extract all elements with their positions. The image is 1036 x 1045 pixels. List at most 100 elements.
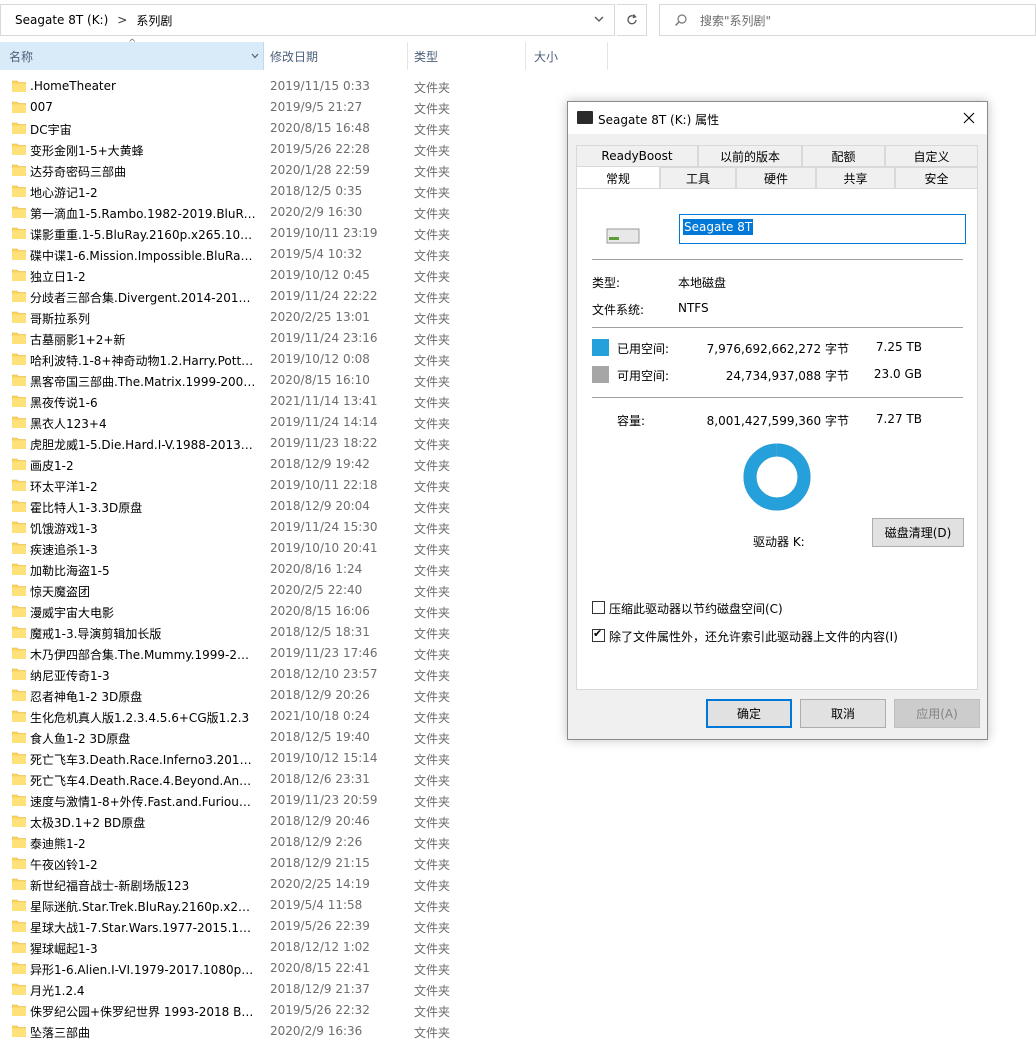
file-row[interactable]: 黑客帝国三部曲.The.Matrix.1999-2003.... 2020/8/1…: [0, 370, 560, 391]
ok-button[interactable]: 确定: [706, 699, 792, 728]
compress-checkbox[interactable]: [592, 601, 605, 614]
file-name[interactable]: 异形1-6.Alien.I-VI.1979-2017.1080p.Bl...: [30, 961, 256, 978]
chevron-down-icon[interactable]: [592, 12, 606, 26]
file-name[interactable]: 魔戒1-3.导演剪辑加长版: [30, 625, 256, 642]
file-row[interactable]: 月光1.2.4 2018/12/9 21:37 文件夹: [0, 979, 560, 1000]
file-row[interactable]: 午夜凶铃1-2 2018/12/9 21:15 文件夹: [0, 853, 560, 874]
file-row[interactable]: 第一滴血1-5.Rambo.1982-2019.BluRa... 2020/2/9…: [0, 202, 560, 223]
apply-button[interactable]: 应用(A): [894, 699, 980, 728]
file-row[interactable]: 死亡飞车3.Death.Race.Inferno3.2012.... 2019/1…: [0, 748, 560, 769]
file-name[interactable]: 纳尼亚传奇1-3: [30, 667, 256, 684]
file-name[interactable]: 独立日1-2: [30, 268, 256, 285]
file-name[interactable]: 泰迪熊1-2: [30, 835, 256, 852]
file-row[interactable]: 食人鱼1-2 3D原盘 2018/12/5 19:40 文件夹: [0, 727, 560, 748]
file-row[interactable]: 魔戒1-3.导演剪辑加长版 2018/12/5 18:31 文件夹: [0, 622, 560, 643]
file-row[interactable]: 虎胆龙威1-5.Die.Hard.I-V.1988-2013.B... 2019/…: [0, 433, 560, 454]
file-row[interactable]: 加勒比海盗1-5 2020/8/16 1:24 文件夹: [0, 559, 560, 580]
file-row[interactable]: 速度与激情1-8+外传.Fast.and.Furious.... 2019/11/…: [0, 790, 560, 811]
drive-name-input[interactable]: Seagate 8T: [679, 214, 966, 244]
file-name[interactable]: DC宇宙: [30, 121, 256, 138]
file-name[interactable]: 月光1.2.4: [30, 982, 256, 999]
file-row[interactable]: 坠落三部曲 2020/2/9 16:36 文件夹: [0, 1021, 560, 1042]
file-row[interactable]: 黑夜传说1-6 2021/11/14 13:41 文件夹: [0, 391, 560, 412]
file-row[interactable]: 星际迷航.Star.Trek.BluRay.2160p.x265.... 2019…: [0, 895, 560, 916]
file-name[interactable]: 星际迷航.Star.Trek.BluRay.2160p.x265....: [30, 898, 256, 915]
file-row[interactable]: 纳尼亚传奇1-3 2018/12/10 23:57 文件夹: [0, 664, 560, 685]
file-row[interactable]: 007 2019/9/5 21:27 文件夹: [0, 97, 560, 118]
tab-general[interactable]: 常规: [576, 166, 660, 189]
compress-label[interactable]: 压缩此驱动器以节约磁盘空间(C): [609, 600, 783, 617]
file-row[interactable]: DC宇宙 2020/8/15 16:48 文件夹: [0, 118, 560, 139]
file-name[interactable]: 食人鱼1-2 3D原盘: [30, 730, 256, 747]
tab-quota[interactable]: 配额: [802, 145, 885, 167]
file-row[interactable]: 生化危机真人版1.2.3.4.5.6+CG版1.2.3 2021/10/18 0:…: [0, 706, 560, 727]
column-header-type[interactable]: 类型: [408, 42, 526, 70]
file-name[interactable]: 第一滴血1-5.Rambo.1982-2019.BluRa...: [30, 205, 256, 222]
tab-customize[interactable]: 自定义: [885, 145, 978, 167]
file-name[interactable]: 黑客帝国三部曲.The.Matrix.1999-2003....: [30, 373, 256, 390]
file-name[interactable]: 碟中谍1-6.Mission.Impossible.BluRay....: [30, 247, 256, 264]
tab-hardware[interactable]: 硬件: [736, 167, 816, 189]
tab-sharing[interactable]: 共享: [816, 167, 895, 189]
file-row[interactable]: 忍者神龟1-2 3D原盘 2018/12/9 20:26 文件夹: [0, 685, 560, 706]
file-name[interactable]: 死亡飞车3.Death.Race.Inferno3.2012....: [30, 751, 256, 768]
file-name[interactable]: 黑夜传说1-6: [30, 394, 256, 411]
file-row[interactable]: 新世纪福音战士-新剧场版123 2020/2/25 14:19 文件夹: [0, 874, 560, 895]
file-name[interactable]: 变形金刚1-5+大黄蜂: [30, 142, 256, 159]
index-label[interactable]: 除了文件属性外，还允许索引此驱动器上文件的内容(I): [609, 628, 898, 645]
file-row[interactable]: 异形1-6.Alien.I-VI.1979-2017.1080p.Bl... 20…: [0, 958, 560, 979]
column-header-date[interactable]: 修改日期: [264, 42, 408, 70]
file-row[interactable]: 太极3D.1+2 BD原盘 2018/12/9 20:46 文件夹: [0, 811, 560, 832]
search-box[interactable]: 搜索"系列剧": [659, 4, 1036, 36]
file-name[interactable]: 忍者神龟1-2 3D原盘: [30, 688, 256, 705]
file-name[interactable]: 新世纪福音战士-新剧场版123: [30, 877, 256, 894]
file-name[interactable]: 猩球崛起1-3: [30, 940, 256, 957]
file-name[interactable]: 哈利波特.1-8+神奇动物1.2.Harry.Potter....: [30, 352, 256, 369]
file-row[interactable]: 哥斯拉系列 2020/2/25 13:01 文件夹: [0, 307, 560, 328]
address-bar[interactable]: Seagate 8T (K:) > 系列剧: [0, 4, 615, 36]
file-row[interactable]: 猩球崛起1-3 2018/12/12 1:02 文件夹: [0, 937, 560, 958]
file-name[interactable]: 死亡飞车4.Death.Race.4.Beyond.Anarc...: [30, 772, 256, 789]
file-row[interactable]: 碟中谍1-6.Mission.Impossible.BluRay.... 2019…: [0, 244, 560, 265]
file-row[interactable]: 达芬奇密码三部曲 2020/1/28 22:59 文件夹: [0, 160, 560, 181]
index-checkbox[interactable]: ✔: [592, 627, 605, 642]
file-row[interactable]: 地心游记1-2 2018/12/5 0:35 文件夹: [0, 181, 560, 202]
file-name[interactable]: 饥饿游戏1-3: [30, 520, 256, 537]
file-row[interactable]: 独立日1-2 2019/10/12 0:45 文件夹: [0, 265, 560, 286]
file-name[interactable]: 地心游记1-2: [30, 184, 256, 201]
tab-readyboost[interactable]: ReadyBoost: [576, 145, 698, 167]
file-name[interactable]: 霍比特人1-3.3D原盘: [30, 499, 256, 516]
file-name[interactable]: 谍影重重.1-5.BluRay.2160p.x265.10bit....: [30, 226, 256, 243]
file-name[interactable]: 加勒比海盗1-5: [30, 562, 256, 579]
file-name[interactable]: 画皮1-2: [30, 457, 256, 474]
file-row[interactable]: 疾速追杀1-3 2019/10/10 20:41 文件夹: [0, 538, 560, 559]
refresh-button[interactable]: [617, 4, 647, 36]
file-row[interactable]: 星球大战1-7.Star.Wars.1977-2015.108... 2019/5…: [0, 916, 560, 937]
file-name[interactable]: 哥斯拉系列: [30, 310, 256, 327]
file-name[interactable]: 漫威宇宙大电影: [30, 604, 256, 621]
drive-name-value[interactable]: Seagate 8T: [683, 219, 754, 235]
file-name[interactable]: .HomeTheater: [30, 79, 256, 93]
file-name[interactable]: 午夜凶铃1-2: [30, 856, 256, 873]
file-row[interactable]: 饥饿游戏1-3 2019/11/24 15:30 文件夹: [0, 517, 560, 538]
tab-previous-versions[interactable]: 以前的版本: [698, 145, 802, 167]
file-name[interactable]: 环太平洋1-2: [30, 478, 256, 495]
column-header-name[interactable]: ^ 名称: [0, 38, 264, 70]
file-row[interactable]: 木乃伊四部合集.The.Mummy.1999-201... 2019/11/23 …: [0, 643, 560, 664]
file-name[interactable]: 虎胆龙威1-5.Die.Hard.I-V.1988-2013.B...: [30, 436, 256, 453]
breadcrumb-drive[interactable]: Seagate 8T (K:): [15, 13, 108, 27]
cancel-button[interactable]: 取消: [800, 699, 886, 728]
file-name[interactable]: 太极3D.1+2 BD原盘: [30, 814, 256, 831]
close-button[interactable]: [959, 108, 979, 128]
file-name[interactable]: 007: [30, 100, 256, 114]
file-row[interactable]: 古墓丽影1+2+新 2019/11/24 23:16 文件夹: [0, 328, 560, 349]
tab-tools[interactable]: 工具: [660, 167, 736, 189]
column-header-size[interactable]: 大小: [526, 42, 608, 70]
file-row[interactable]: 霍比特人1-3.3D原盘 2018/12/9 20:04 文件夹: [0, 496, 560, 517]
file-row[interactable]: .HomeTheater 2019/11/15 0:33 文件夹: [0, 76, 560, 97]
file-row[interactable]: 哈利波特.1-8+神奇动物1.2.Harry.Potter.... 2019/10…: [0, 349, 560, 370]
file-row[interactable]: 变形金刚1-5+大黄蜂 2019/5/26 22:28 文件夹: [0, 139, 560, 160]
file-name[interactable]: 达芬奇密码三部曲: [30, 163, 256, 180]
file-row[interactable]: 谍影重重.1-5.BluRay.2160p.x265.10bit.... 2019…: [0, 223, 560, 244]
file-name[interactable]: 速度与激情1-8+外传.Fast.and.Furious....: [30, 793, 256, 810]
